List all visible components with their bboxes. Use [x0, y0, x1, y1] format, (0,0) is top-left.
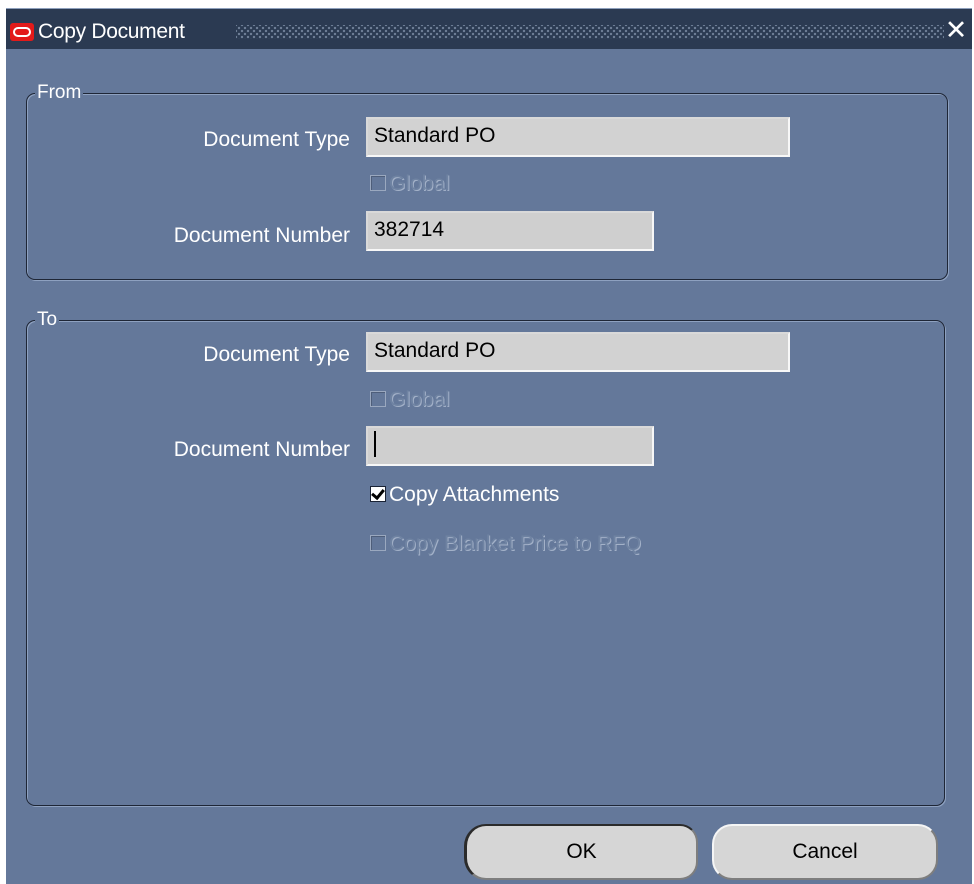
to-document-number-field[interactable]	[366, 426, 654, 466]
from-global-checkbox: Global	[370, 171, 450, 197]
copy-blanket-price-label: Copy Blanket Price to RFQ	[389, 532, 642, 555]
copy-attachments-checkbox[interactable]: Copy Attachments	[370, 482, 559, 508]
from-document-type-label: Document Type	[203, 128, 350, 151]
check-icon[interactable]	[370, 485, 386, 502]
to-document-type-label: Document Type	[203, 343, 350, 366]
from-global-checkbox-box	[370, 174, 386, 191]
copy-document-dialog: Copy Document ✕ From Document Type Stand…	[6, 8, 972, 884]
to-group-label: To	[35, 309, 60, 331]
copy-blanket-price-checkbox: Copy Blanket Price to RFQ	[370, 531, 641, 557]
copy-blanket-price-checkbox-box	[370, 534, 386, 551]
window-title: Copy Document	[38, 20, 185, 43]
to-document-number-label: Document Number	[173, 438, 350, 461]
from-document-type-field[interactable]: Standard PO	[366, 117, 790, 157]
to-global-checkbox: Global	[370, 387, 450, 413]
close-icon[interactable]: ✕	[944, 17, 968, 44]
ok-button[interactable]: OK	[464, 824, 698, 880]
title-bar[interactable]: Copy Document ✕	[6, 9, 972, 49]
cancel-button[interactable]: Cancel	[712, 824, 938, 880]
to-global-checkbox-box	[370, 390, 386, 407]
text-cursor	[374, 430, 376, 457]
from-document-number-label: Document Number	[173, 224, 350, 247]
to-document-type-field[interactable]: Standard PO	[366, 332, 790, 372]
copy-attachments-label[interactable]: Copy Attachments	[389, 483, 559, 506]
from-global-label: Global	[389, 172, 450, 195]
from-group-label: From	[35, 82, 84, 104]
title-bar-grip	[236, 25, 944, 39]
to-group: To	[26, 309, 945, 806]
to-global-label: Global	[389, 388, 450, 411]
oracle-logo-icon	[10, 23, 34, 41]
from-document-number-field[interactable]: 382714	[366, 211, 654, 251]
